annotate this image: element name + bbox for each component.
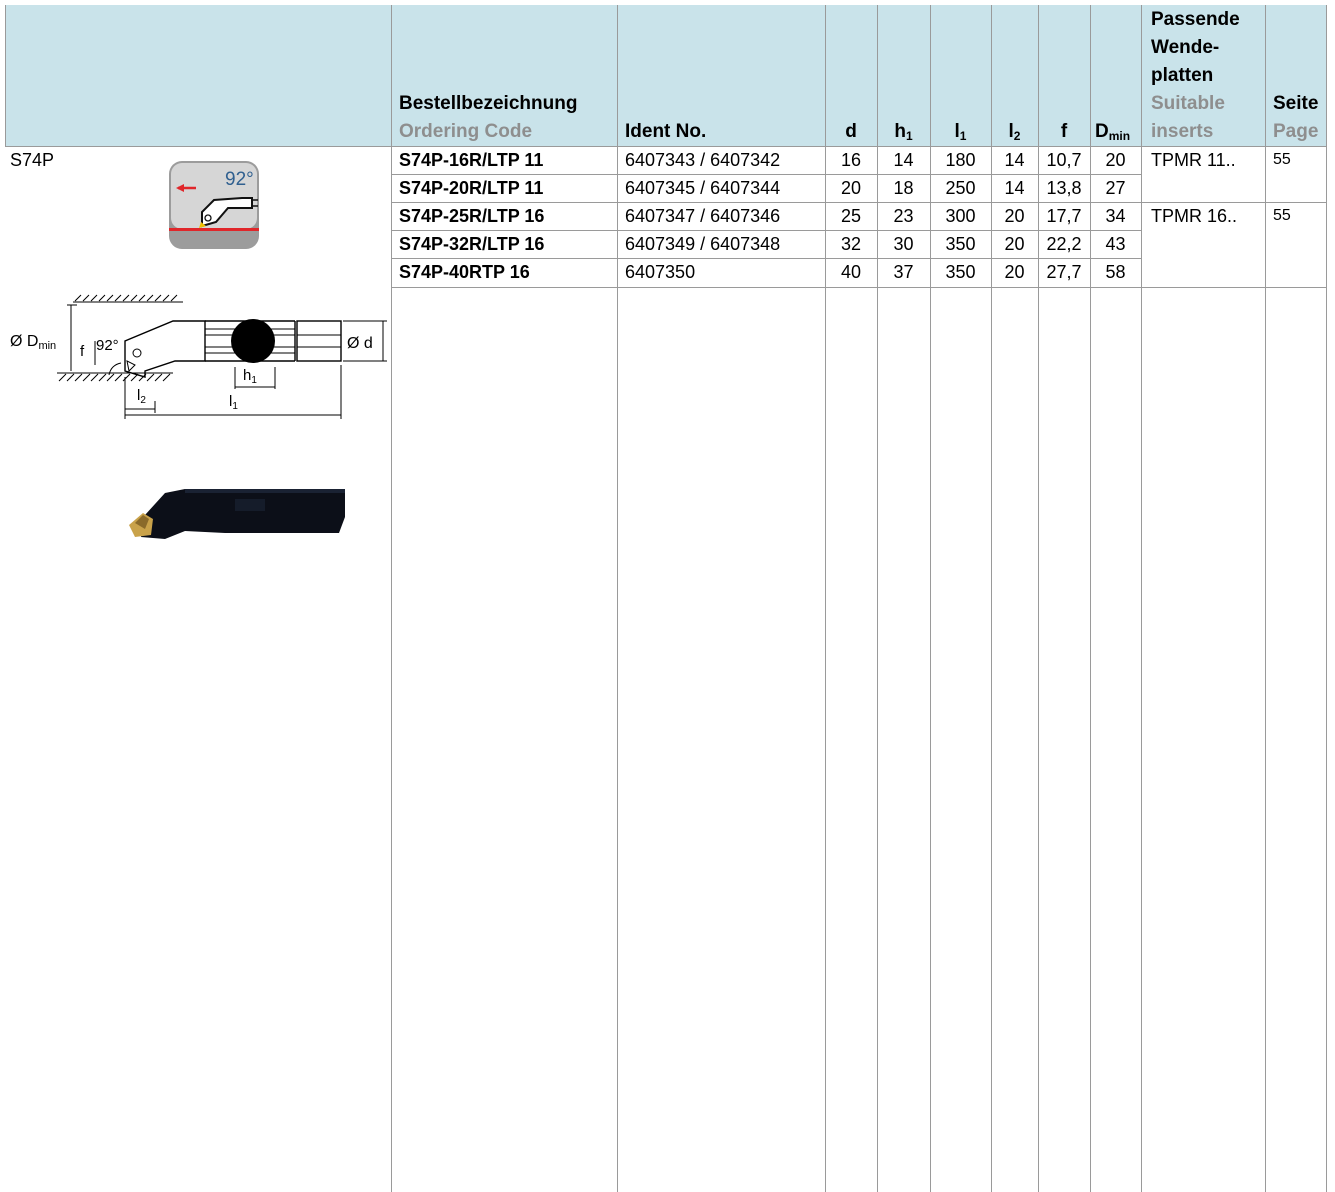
- header-inserts-de-2: Wende-: [1151, 37, 1220, 58]
- ordering-code: S74P-40RTP 16: [399, 262, 530, 282]
- column-divider: [1265, 5, 1266, 1192]
- header-page-de: Seite: [1273, 93, 1319, 114]
- insert-type: TPMR 11..: [1151, 150, 1236, 170]
- cell-dmin: 58: [1105, 262, 1126, 282]
- header-inserts-de-1: Passende: [1151, 9, 1240, 30]
- cell-h1: 37: [893, 262, 914, 282]
- boring-92-icon: 92°: [168, 160, 260, 250]
- technical-drawing: Ø Dmin f 92° h1 l2 l1 Ø d: [5, 293, 389, 423]
- boring-angle-label: 92°: [225, 169, 254, 190]
- cell-l2: 20: [1004, 262, 1025, 282]
- cell-d: 32: [840, 234, 862, 254]
- cell-f: 27,7: [1046, 262, 1082, 282]
- cell-l1: 180: [945, 150, 976, 170]
- ident-number: 6407345 / 6407344: [625, 178, 781, 198]
- cell-f: 10,7: [1046, 150, 1082, 170]
- cell-l2: 14: [1004, 150, 1025, 170]
- column-divider: [1326, 5, 1327, 1192]
- dim-h1-label: h1: [243, 367, 257, 386]
- cell-f: 17,7: [1046, 206, 1082, 226]
- header-l1: l1: [954, 121, 967, 143]
- cell-h1: 23: [893, 206, 914, 226]
- cell-d: 40: [840, 262, 862, 282]
- dim-l1-label: l1: [229, 393, 238, 412]
- insert-type: TPMR 16..: [1151, 206, 1238, 226]
- header-f: f: [1060, 121, 1068, 142]
- ident-number: 6407350: [625, 262, 696, 282]
- cell-l2: 20: [1004, 234, 1025, 254]
- cell-d: 25: [840, 206, 862, 226]
- cell-dmin: 34: [1105, 206, 1126, 226]
- column-divider: [1141, 5, 1142, 1192]
- column-divider: [617, 5, 618, 1192]
- cell-dmin: 43: [1105, 234, 1126, 254]
- header-page-en: Page: [1273, 121, 1319, 142]
- cell-l1: 350: [945, 262, 976, 282]
- header-h1: h1: [894, 121, 913, 143]
- cell-f: 22,2: [1046, 234, 1082, 254]
- cell-l2: 14: [1004, 178, 1025, 198]
- header-dmin: Dmin: [1095, 121, 1131, 143]
- cell-dmin: 20: [1105, 150, 1126, 170]
- header-d: d: [845, 121, 857, 142]
- ordering-code: S74P-16R/LTP 11: [399, 150, 544, 170]
- cell-l1: 300: [945, 206, 976, 226]
- cell-d: 16: [840, 150, 862, 170]
- product-table-page: Bestellbezeichnung Ordering Code Ident N…: [5, 5, 1327, 1192]
- header-ordering-de: Bestellbezeichnung: [399, 93, 578, 114]
- cell-l1: 350: [945, 234, 976, 254]
- column-divider: [391, 5, 392, 1192]
- ordering-code: S74P-32R/LTP 16: [399, 234, 545, 254]
- dim-angle-label: 92°: [96, 337, 119, 354]
- dim-l2-label: l2: [137, 387, 146, 406]
- cell-h1: 14: [893, 150, 914, 170]
- page-number: 55: [1273, 207, 1291, 224]
- cell-d: 20: [840, 178, 862, 198]
- header-inserts-en-1: Suitable: [1151, 93, 1225, 114]
- cell-f: 13,8: [1046, 178, 1082, 198]
- ident-number: 6407347 / 6407346: [625, 206, 781, 226]
- tool-holder-photo: [125, 485, 349, 541]
- page-number: 55: [1273, 151, 1291, 168]
- ordering-code: S74P-20R/LTP 11: [399, 178, 544, 198]
- cell-h1: 18: [893, 178, 914, 198]
- cell-l1: 250: [945, 178, 976, 198]
- header-l2: l2: [1008, 121, 1021, 143]
- product-name: S74P: [10, 150, 55, 170]
- column-divider: [5, 5, 6, 146]
- ordering-code: S74P-25R/LTP 16: [399, 206, 545, 226]
- dim-d-label: Ø d: [347, 335, 373, 352]
- header-inserts-en-2: inserts: [1151, 121, 1214, 142]
- dim-f-label: f: [80, 343, 85, 360]
- dim-dmin-label: Ø Dmin: [10, 333, 57, 352]
- header-inserts-de-3: platten: [1151, 65, 1214, 86]
- ident-number: 6407343 / 6407342: [625, 150, 781, 170]
- cell-h1: 30: [893, 234, 914, 254]
- ident-number: 6407349 / 6407348: [625, 234, 781, 254]
- cell-l2: 20: [1004, 206, 1025, 226]
- cell-dmin: 27: [1105, 178, 1126, 198]
- row-divider: [391, 287, 1327, 288]
- header-ordering-en: Ordering Code: [399, 121, 533, 142]
- header-ident: Ident No.: [625, 121, 707, 142]
